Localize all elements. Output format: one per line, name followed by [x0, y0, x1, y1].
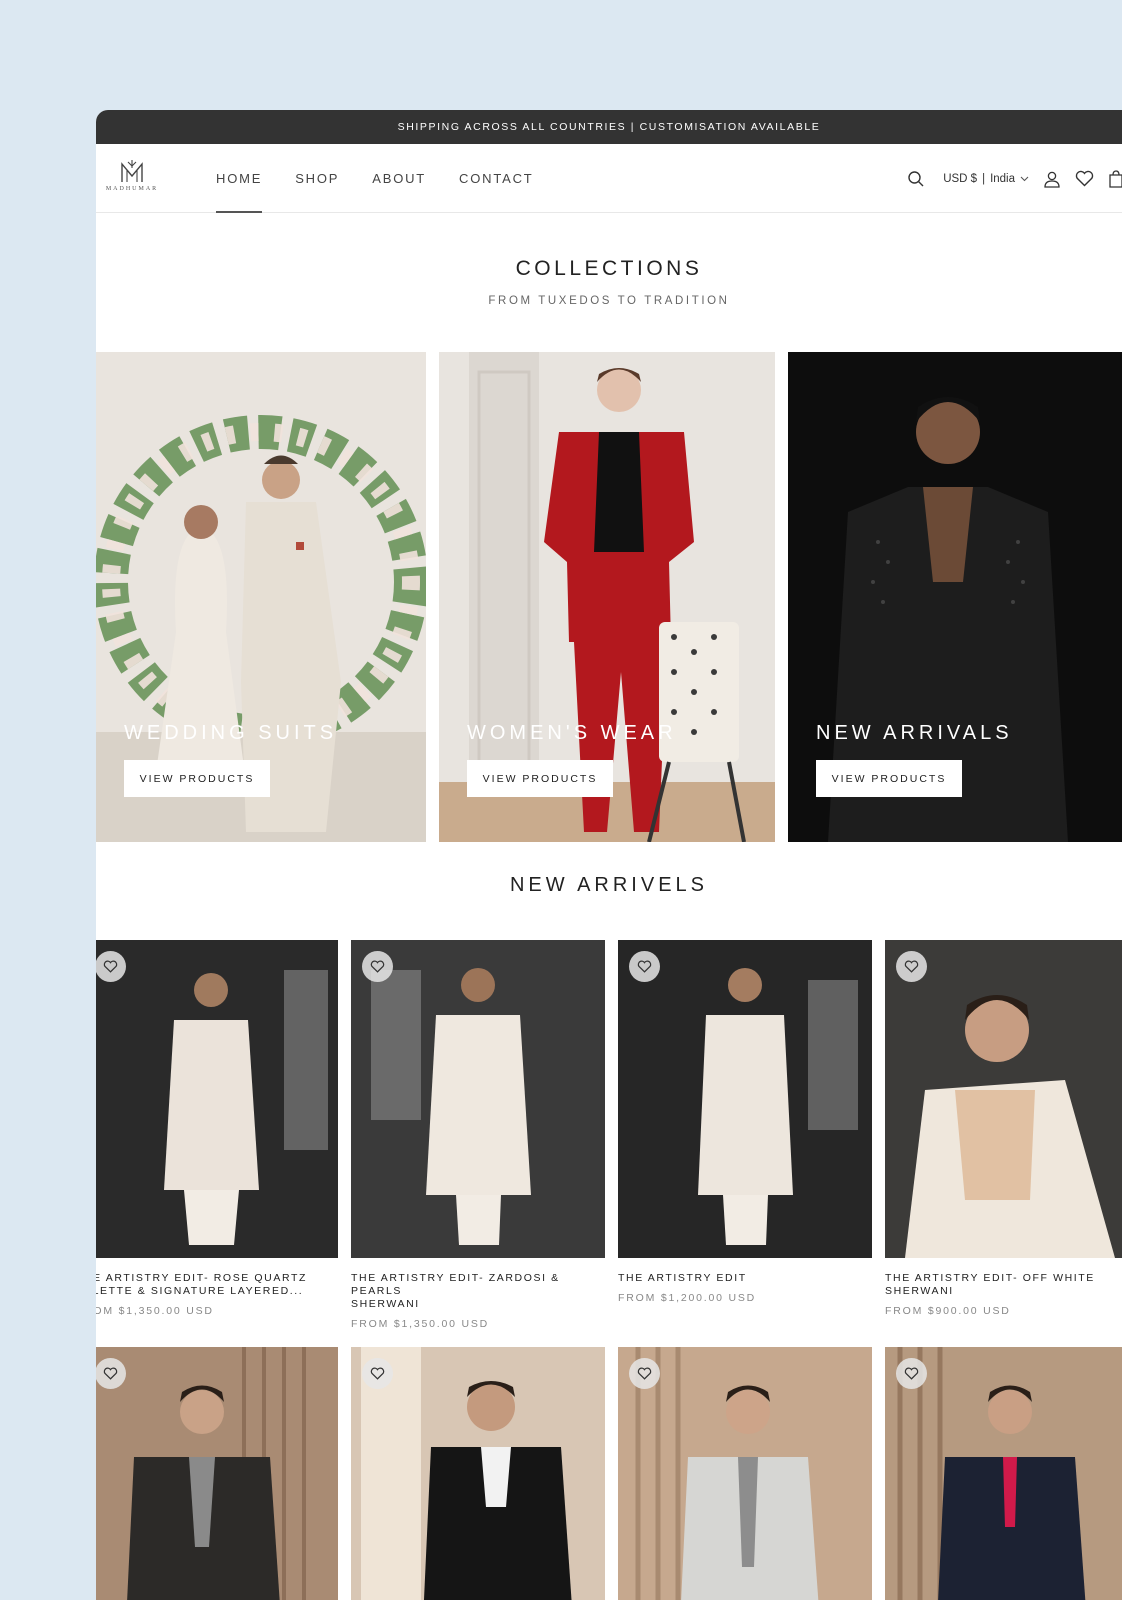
announcement-text: SHIPPING ACROSS ALL COUNTRIES | CUSTOMIS…: [397, 121, 821, 133]
nav-label: ABOUT: [372, 171, 427, 186]
nav-item-about[interactable]: ABOUT: [372, 144, 426, 213]
product-image: [618, 1347, 872, 1600]
collection-card-womens-wear[interactable]: WOMEN'S WEAR VIEW PRODUCTS: [439, 352, 775, 842]
product-card[interactable]: [618, 1347, 872, 1600]
heart-icon: [904, 1367, 919, 1380]
product-name-text: THE ARTISTRY EDIT- ZARDOSI & PEARLS SHER…: [351, 1272, 560, 1310]
wishlist-icon[interactable]: [1075, 170, 1094, 187]
logo-wordmark: MADHUMAR: [105, 186, 159, 192]
product-image: [885, 940, 1122, 1258]
product-card[interactable]: THE ARTISTRY EDIT- OFF WHITE SHERWANI FR…: [885, 940, 1122, 1317]
product-price: FROM $1,350.00 USD: [351, 1318, 490, 1330]
product-name: HE ARTISTRY EDIT- ROSE QUARTZ ALETTE & S…: [96, 1272, 338, 1298]
new-arrivals-title: NEW ARRIVELS: [509, 874, 709, 896]
heart-icon: [103, 960, 118, 973]
wishlist-button[interactable]: [96, 1358, 126, 1389]
product-price: ROM $1,350.00 USD: [96, 1305, 214, 1317]
wishlist-button[interactable]: [96, 951, 126, 982]
nav-label: HOME: [216, 171, 263, 186]
nav-label: CONTACT: [459, 171, 534, 186]
collections-grid: WEDDING SUITS VIEW PRODUCTS WOMEN'S WEAR: [96, 352, 1122, 842]
nav-label: SHOP: [295, 171, 340, 186]
wishlist-button[interactable]: [362, 951, 393, 982]
chevron-down-icon: [1020, 176, 1029, 181]
product-image: [351, 940, 605, 1258]
country-label: India: [990, 172, 1015, 185]
currency-separator: |: [982, 172, 986, 185]
brand-logo[interactable]: MADHUMAR: [100, 158, 164, 200]
wishlist-button[interactable]: [629, 1358, 660, 1389]
product-card[interactable]: [96, 1347, 338, 1600]
search-icon[interactable]: [907, 170, 925, 188]
nav-item-home[interactable]: HOME: [216, 144, 263, 213]
product-name-text: THE ARTISTRY EDIT: [618, 1272, 747, 1284]
heart-icon: [637, 1367, 652, 1380]
collection-card-new-arrivals[interactable]: NEW ARRIVALS VIEW PRODUCTS: [788, 352, 1122, 842]
view-products-button[interactable]: VIEW PRODUCTS: [816, 760, 962, 797]
logo-mark-icon: [121, 160, 143, 182]
heart-icon: [370, 1367, 385, 1380]
product-card[interactable]: [351, 1347, 605, 1600]
collections-subtitle: FROM TUXEDOS TO TRADITION: [488, 295, 730, 307]
product-name: THE ARTISTRY EDIT: [618, 1272, 872, 1285]
collection-name: NEW ARRIVALS: [816, 722, 1013, 744]
product-image: [351, 1347, 605, 1600]
product-name: THE ARTISTRY EDIT- OFF WHITE SHERWANI: [885, 1272, 1122, 1298]
product-card[interactable]: [885, 1347, 1122, 1600]
nav-item-contact[interactable]: CONTACT: [459, 144, 533, 213]
wishlist-button[interactable]: [896, 1358, 927, 1389]
browser-window: SHIPPING ACROSS ALL COUNTRIES | CUSTOMIS…: [96, 110, 1122, 1600]
collection-name: WOMEN'S WEAR: [467, 722, 677, 744]
collections-heading: COLLECTIONS FROM TUXEDOS TO TRADITION: [96, 213, 1122, 307]
wishlist-button[interactable]: [362, 1358, 393, 1389]
product-name-text: THE ARTISTRY EDIT- OFF WHITE SHERWANI: [885, 1272, 1095, 1297]
product-card[interactable]: THE ARTISTRY EDIT- ZARDOSI & PEARLS SHER…: [351, 940, 605, 1330]
view-products-button[interactable]: VIEW PRODUCTS: [124, 760, 270, 797]
currency-label: USD $: [943, 172, 978, 185]
wishlist-button[interactable]: [896, 951, 927, 982]
heart-icon: [103, 1367, 118, 1380]
site-header: MADHUMAR HOME SHOP ABOUT CONTACT USD $ |…: [96, 144, 1122, 213]
collections-title: COLLECTIONS: [515, 257, 703, 280]
product-image: [96, 1347, 338, 1600]
heart-icon: [904, 960, 919, 973]
heart-icon: [637, 960, 652, 973]
heart-icon: [370, 960, 385, 973]
announcement-bar: SHIPPING ACROSS ALL COUNTRIES | CUSTOMIS…: [96, 110, 1122, 144]
product-image: [618, 940, 872, 1258]
product-name: THE ARTISTRY EDIT- ZARDOSI & PEARLS SHER…: [351, 1272, 605, 1311]
cart-icon[interactable]: [1108, 169, 1122, 188]
view-products-button[interactable]: VIEW PRODUCTS: [467, 760, 613, 797]
product-image: [96, 940, 338, 1258]
header-actions: USD $ | India: [907, 144, 1122, 213]
nav-item-shop[interactable]: SHOP: [295, 144, 339, 213]
product-card[interactable]: THE ARTISTRY EDIT FROM $1,200.00 USD: [618, 940, 872, 1304]
wishlist-button[interactable]: [629, 951, 660, 982]
main-nav: HOME SHOP ABOUT CONTACT: [216, 144, 567, 213]
product-name-text: HE ARTISTRY EDIT- ROSE QUARTZ ALETTE & S…: [96, 1272, 307, 1297]
collection-card-wedding-suits[interactable]: WEDDING SUITS VIEW PRODUCTS: [96, 352, 426, 842]
collection-name: WEDDING SUITS: [124, 722, 338, 744]
account-icon[interactable]: [1043, 170, 1061, 188]
currency-country-selector[interactable]: USD $ | India: [943, 173, 1029, 185]
product-card[interactable]: HE ARTISTRY EDIT- ROSE QUARTZ ALETTE & S…: [96, 940, 338, 1317]
product-price: FROM $1,200.00 USD: [618, 1292, 757, 1304]
product-price: FROM $900.00 USD: [885, 1305, 1011, 1317]
